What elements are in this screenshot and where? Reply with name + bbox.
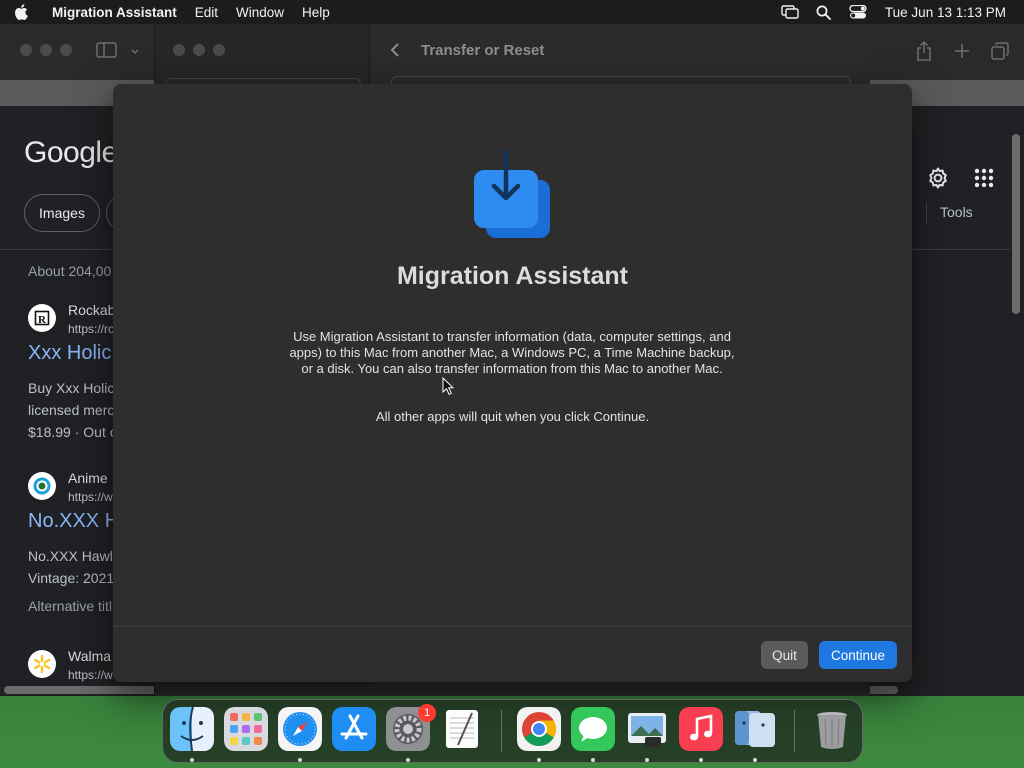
sidebar-toggle-icon[interactable] <box>96 41 120 61</box>
result-snippet: No.XXX Hawl <box>28 548 113 564</box>
finder-icon[interactable] <box>170 707 214 751</box>
results-count: About 204,00 <box>28 263 112 279</box>
messages-icon[interactable] <box>571 707 615 751</box>
control-center-icon[interactable] <box>847 3 869 21</box>
trash-icon[interactable] <box>810 707 854 751</box>
result-site-name: Anime <box>68 470 108 486</box>
settings-gear-icon[interactable] <box>926 166 950 190</box>
result-snippet: Vintage: 2021 <box>28 570 115 586</box>
dialog-footer-divider <box>113 626 912 627</box>
migration-assistant-dialog: Migration Assistant Use Migration Assist… <box>113 84 912 682</box>
music-icon[interactable] <box>679 707 723 751</box>
running-indicator <box>537 758 541 762</box>
running-indicator <box>645 758 649 762</box>
result-snippet: licensed merc <box>28 402 115 418</box>
site-favicon-icon: R <box>28 304 56 332</box>
textedit-icon[interactable] <box>440 707 484 751</box>
continue-button[interactable]: Continue <box>819 641 897 669</box>
menu-clock[interactable]: Tue Jun 13 1:13 PM <box>885 5 1006 20</box>
tools-button[interactable]: Tools <box>940 204 973 220</box>
launchpad-icon[interactable] <box>224 707 268 751</box>
app-store-icon[interactable] <box>332 707 376 751</box>
result-snippet: Alternative titl <box>28 598 113 614</box>
result-site-name: Rockab <box>68 302 116 318</box>
vertical-scrollbar[interactable] <box>1012 134 1020 314</box>
zoom-window-button[interactable] <box>213 44 225 56</box>
window-controls[interactable] <box>20 44 72 56</box>
close-window-button[interactable] <box>20 44 32 56</box>
spotlight-search-icon[interactable] <box>813 3 835 21</box>
migration-assistant-app-icon <box>472 149 554 242</box>
site-favicon-icon <box>28 472 56 500</box>
preview-icon[interactable] <box>625 707 669 751</box>
running-indicator <box>406 758 410 762</box>
back-chevron-icon[interactable] <box>389 42 403 58</box>
menu-app-name[interactable]: Migration Assistant <box>52 5 177 20</box>
dock-separator <box>501 710 502 752</box>
running-indicator <box>591 758 595 762</box>
walmart-spark-icon <box>28 650 56 678</box>
result-site-url[interactable]: https://w <box>68 668 113 682</box>
menu-edit[interactable]: Edit <box>195 5 218 20</box>
migration-assistant-dock-icon[interactable] <box>733 707 777 751</box>
result-site-url[interactable]: https://ro <box>68 322 115 336</box>
close-window-button[interactable] <box>173 44 185 56</box>
tab-overview-icon[interactable] <box>990 40 1010 62</box>
menu-bar: Migration Assistant Edit Window Help Tue… <box>0 0 1024 24</box>
window-controls[interactable] <box>173 44 225 56</box>
running-indicator <box>190 758 194 762</box>
running-indicator <box>298 758 302 762</box>
result-site-name: Walma <box>68 648 112 664</box>
result-snippet: $18.99 · Out o <box>28 424 118 440</box>
notification-badge: 1 <box>418 704 436 722</box>
zoom-window-button[interactable] <box>60 44 72 56</box>
result-site-url[interactable]: https://w <box>68 490 113 504</box>
quit-button[interactable]: Quit <box>761 641 808 669</box>
menu-window[interactable]: Window <box>236 5 284 20</box>
svg-text:R: R <box>38 314 47 326</box>
images-filter-chip[interactable]: Images <box>24 194 100 232</box>
new-tab-icon[interactable] <box>952 40 972 62</box>
dialog-title: Migration Assistant <box>396 262 629 290</box>
apple-menu-icon[interactable] <box>14 4 42 20</box>
chevron-down-icon[interactable] <box>130 44 140 56</box>
result-snippet: Buy Xxx Holic <box>28 380 115 396</box>
dialog-quit-note: All other apps will quit when you click … <box>375 409 650 424</box>
safari-icon[interactable] <box>278 707 322 751</box>
result-title-link[interactable]: Xxx Holic <box>28 342 111 365</box>
share-icon[interactable] <box>914 40 934 62</box>
minimize-window-button[interactable] <box>193 44 205 56</box>
dialog-description: Use Migration Assistant to transfer info… <box>289 329 735 376</box>
mouse-pointer-icon <box>442 376 455 395</box>
chrome-icon[interactable] <box>517 707 561 751</box>
screen-mirroring-icon[interactable] <box>779 3 801 21</box>
running-indicator <box>699 758 703 762</box>
dock: 1 <box>162 699 863 763</box>
minimize-window-button[interactable] <box>40 44 52 56</box>
menu-help[interactable]: Help <box>302 5 330 20</box>
window-title: Transfer or Reset <box>421 42 545 59</box>
google-logo[interactable]: Google <box>24 136 118 170</box>
result-title-link[interactable]: No.XXX H <box>28 510 119 533</box>
google-apps-grid-icon[interactable] <box>974 168 994 188</box>
tools-divider <box>926 202 927 224</box>
dock-separator <box>794 710 795 752</box>
running-indicator <box>753 758 757 762</box>
